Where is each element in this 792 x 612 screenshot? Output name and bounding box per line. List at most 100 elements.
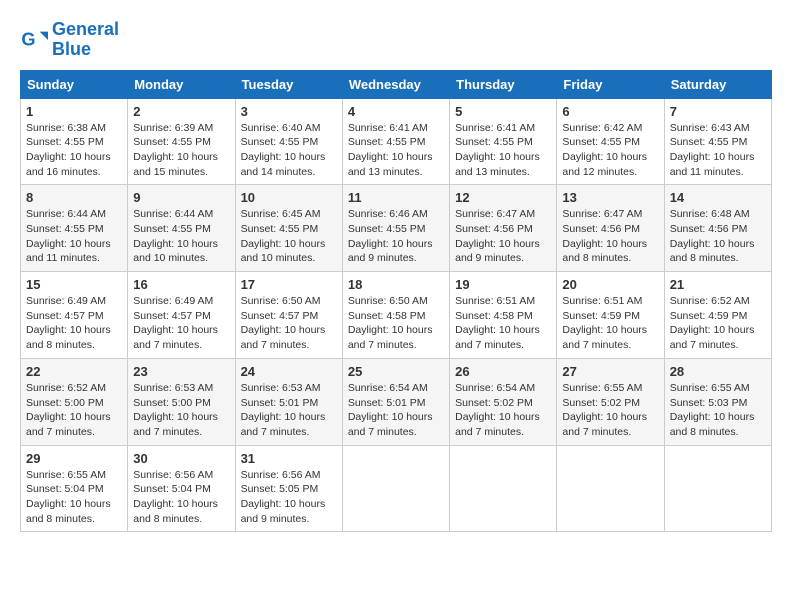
day-info: Sunrise: 6:50 AM Sunset: 4:57 PM Dayligh… (241, 294, 337, 353)
day-number: 19 (455, 277, 551, 292)
day-header-thursday: Thursday (450, 70, 557, 98)
day-number: 9 (133, 190, 229, 205)
calendar-week-row: 29 Sunrise: 6:55 AM Sunset: 5:04 PM Dayli… (21, 445, 772, 532)
day-info: Sunrise: 6:42 AM Sunset: 4:55 PM Dayligh… (562, 121, 658, 180)
day-header-monday: Monday (128, 70, 235, 98)
day-info: Sunrise: 6:56 AM Sunset: 5:05 PM Dayligh… (241, 468, 337, 527)
calendar-cell: 7Sunrise: 6:43 AM Sunset: 4:55 PM Daylig… (664, 98, 771, 185)
day-info: Sunrise: 6:52 AM Sunset: 4:59 PM Dayligh… (670, 294, 766, 353)
day-header-wednesday: Wednesday (342, 70, 449, 98)
day-info: Sunrise: 6:47 AM Sunset: 4:56 PM Dayligh… (455, 207, 551, 266)
calendar-cell: 20Sunrise: 6:51 AM Sunset: 4:59 PM Dayli… (557, 272, 664, 359)
day-number: 23 (133, 364, 229, 379)
day-info: Sunrise: 6:49 AM Sunset: 4:57 PM Dayligh… (26, 294, 122, 353)
day-info: Sunrise: 6:38 AM Sunset: 4:55 PM Dayligh… (26, 121, 122, 180)
calendar-table: SundayMondayTuesdayWednesdayThursdayFrid… (20, 70, 772, 533)
calendar-cell: 27 Sunrise: 6:55 AM Sunset: 5:02 PM Dayli… (557, 358, 664, 445)
day-number: 5 (455, 104, 551, 119)
day-number: 13 (562, 190, 658, 205)
calendar-week-row: 1Sunrise: 6:38 AM Sunset: 4:55 PM Daylig… (21, 98, 772, 185)
calendar-cell: 31 Sunrise: 6:56 AM Sunset: 5:05 PM Dayli… (235, 445, 342, 532)
day-header-friday: Friday (557, 70, 664, 98)
calendar-cell: 1Sunrise: 6:38 AM Sunset: 4:55 PM Daylig… (21, 98, 128, 185)
day-info: Sunrise: 6:53 AM Sunset: 5:01 PM Dayligh… (241, 381, 337, 440)
calendar-cell: 15 Sunrise: 6:49 AM Sunset: 4:57 PM Dayli… (21, 272, 128, 359)
calendar-cell: 9 Sunrise: 6:44 AM Sunset: 4:55 PM Daylig… (128, 185, 235, 272)
calendar-cell: 10 Sunrise: 6:45 AM Sunset: 4:55 PM Dayli… (235, 185, 342, 272)
day-number: 27 (562, 364, 658, 379)
day-number: 30 (133, 451, 229, 466)
svg-text:G: G (21, 29, 35, 49)
day-number: 20 (562, 277, 658, 292)
calendar-cell: 2 Sunrise: 6:39 AM Sunset: 4:55 PM Daylig… (128, 98, 235, 185)
day-info: Sunrise: 6:55 AM Sunset: 5:02 PM Dayligh… (562, 381, 658, 440)
calendar-cell: 28Sunrise: 6:55 AM Sunset: 5:03 PM Dayli… (664, 358, 771, 445)
day-info: Sunrise: 6:41 AM Sunset: 4:55 PM Dayligh… (455, 121, 551, 180)
day-info: Sunrise: 6:52 AM Sunset: 5:00 PM Dayligh… (26, 381, 122, 440)
day-number: 10 (241, 190, 337, 205)
calendar-cell: 12 Sunrise: 6:47 AM Sunset: 4:56 PM Dayli… (450, 185, 557, 272)
day-number: 29 (26, 451, 122, 466)
calendar-week-row: 8 Sunrise: 6:44 AM Sunset: 4:55 PM Daylig… (21, 185, 772, 272)
day-number: 2 (133, 104, 229, 119)
day-info: Sunrise: 6:54 AM Sunset: 5:01 PM Dayligh… (348, 381, 444, 440)
day-number: 7 (670, 104, 766, 119)
calendar-cell: 13 Sunrise: 6:47 AM Sunset: 4:56 PM Dayli… (557, 185, 664, 272)
day-number: 16 (133, 277, 229, 292)
day-info: Sunrise: 6:54 AM Sunset: 5:02 PM Dayligh… (455, 381, 551, 440)
calendar-cell: 29 Sunrise: 6:55 AM Sunset: 5:04 PM Dayli… (21, 445, 128, 532)
calendar-cell: 26Sunrise: 6:54 AM Sunset: 5:02 PM Dayli… (450, 358, 557, 445)
day-number: 22 (26, 364, 122, 379)
day-info: Sunrise: 6:56 AM Sunset: 5:04 PM Dayligh… (133, 468, 229, 527)
calendar-cell: 11 Sunrise: 6:46 AM Sunset: 4:55 PM Dayli… (342, 185, 449, 272)
day-info: Sunrise: 6:41 AM Sunset: 4:55 PM Dayligh… (348, 121, 444, 180)
calendar-cell: 22 Sunrise: 6:52 AM Sunset: 5:00 PM Dayli… (21, 358, 128, 445)
calendar-week-row: 22 Sunrise: 6:52 AM Sunset: 5:00 PM Dayli… (21, 358, 772, 445)
day-info: Sunrise: 6:45 AM Sunset: 4:55 PM Dayligh… (241, 207, 337, 266)
calendar-week-row: 15 Sunrise: 6:49 AM Sunset: 4:57 PM Dayli… (21, 272, 772, 359)
calendar-body: 1Sunrise: 6:38 AM Sunset: 4:55 PM Daylig… (21, 98, 772, 532)
calendar-cell: 17 Sunrise: 6:50 AM Sunset: 4:57 PM Dayli… (235, 272, 342, 359)
day-number: 17 (241, 277, 337, 292)
day-number: 14 (670, 190, 766, 205)
calendar-cell: 19 Sunrise: 6:51 AM Sunset: 4:58 PM Dayli… (450, 272, 557, 359)
day-number: 8 (26, 190, 122, 205)
calendar-cell: 3 Sunrise: 6:40 AM Sunset: 4:55 PM Daylig… (235, 98, 342, 185)
day-number: 28 (670, 364, 766, 379)
calendar-cell: 18Sunrise: 6:50 AM Sunset: 4:58 PM Dayli… (342, 272, 449, 359)
calendar-cell: 4 Sunrise: 6:41 AM Sunset: 4:55 PM Daylig… (342, 98, 449, 185)
calendar-cell: 5 Sunrise: 6:41 AM Sunset: 4:55 PM Daylig… (450, 98, 557, 185)
calendar-cell (342, 445, 449, 532)
day-number: 11 (348, 190, 444, 205)
day-info: Sunrise: 6:53 AM Sunset: 5:00 PM Dayligh… (133, 381, 229, 440)
calendar-cell: 8Sunrise: 6:44 AM Sunset: 4:55 PM Daylig… (21, 185, 128, 272)
calendar-cell: 24Sunrise: 6:53 AM Sunset: 5:01 PM Dayli… (235, 358, 342, 445)
day-number: 3 (241, 104, 337, 119)
calendar-cell (664, 445, 771, 532)
day-info: Sunrise: 6:46 AM Sunset: 4:55 PM Dayligh… (348, 207, 444, 266)
calendar-cell: 6Sunrise: 6:42 AM Sunset: 4:55 PM Daylig… (557, 98, 664, 185)
page-header: G General Blue (20, 20, 772, 60)
day-info: Sunrise: 6:39 AM Sunset: 4:55 PM Dayligh… (133, 121, 229, 180)
day-number: 18 (348, 277, 444, 292)
day-number: 12 (455, 190, 551, 205)
day-info: Sunrise: 6:47 AM Sunset: 4:56 PM Dayligh… (562, 207, 658, 266)
calendar-cell (557, 445, 664, 532)
day-info: Sunrise: 6:55 AM Sunset: 5:04 PM Dayligh… (26, 468, 122, 527)
calendar-header-row: SundayMondayTuesdayWednesdayThursdayFrid… (21, 70, 772, 98)
calendar-cell: 14Sunrise: 6:48 AM Sunset: 4:56 PM Dayli… (664, 185, 771, 272)
calendar-cell: 16 Sunrise: 6:49 AM Sunset: 4:57 PM Dayli… (128, 272, 235, 359)
day-info: Sunrise: 6:49 AM Sunset: 4:57 PM Dayligh… (133, 294, 229, 353)
day-number: 15 (26, 277, 122, 292)
calendar-cell: 21Sunrise: 6:52 AM Sunset: 4:59 PM Dayli… (664, 272, 771, 359)
day-number: 4 (348, 104, 444, 119)
day-info: Sunrise: 6:51 AM Sunset: 4:58 PM Dayligh… (455, 294, 551, 353)
day-info: Sunrise: 6:40 AM Sunset: 4:55 PM Dayligh… (241, 121, 337, 180)
calendar-cell: 30 Sunrise: 6:56 AM Sunset: 5:04 PM Dayli… (128, 445, 235, 532)
day-info: Sunrise: 6:44 AM Sunset: 4:55 PM Dayligh… (133, 207, 229, 266)
calendar-cell: 25Sunrise: 6:54 AM Sunset: 5:01 PM Dayli… (342, 358, 449, 445)
day-number: 31 (241, 451, 337, 466)
logo-text: General Blue (52, 20, 119, 60)
calendar-cell: 23 Sunrise: 6:53 AM Sunset: 5:00 PM Dayli… (128, 358, 235, 445)
calendar-cell (450, 445, 557, 532)
